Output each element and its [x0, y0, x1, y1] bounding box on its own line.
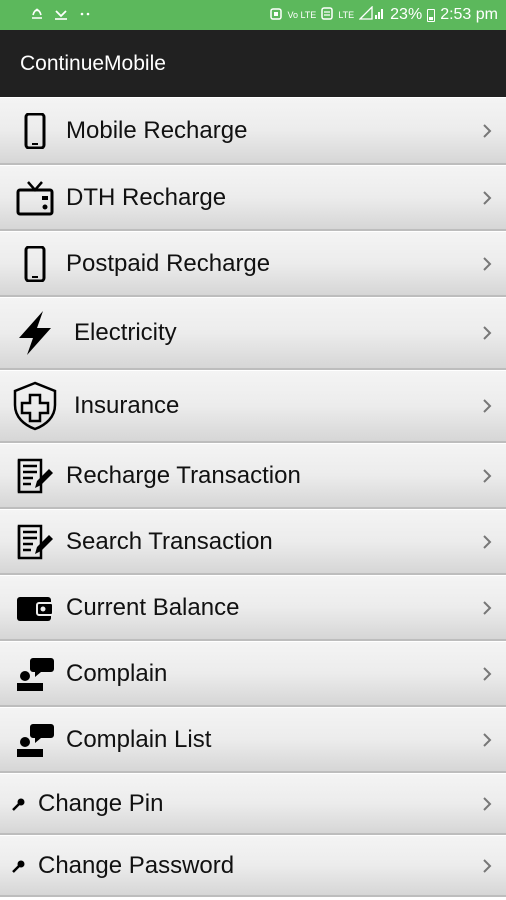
battery-icon [427, 8, 436, 22]
mobile-phone-icon [10, 109, 60, 153]
volte-label: Vo LTE [287, 9, 317, 20]
menu-item-label: Recharge Transaction [66, 461, 301, 489]
shield-plus-icon [10, 381, 60, 431]
mobile-phone-icon [10, 242, 60, 286]
app-title: ContinueMobile [20, 51, 166, 75]
chevron-right-icon [480, 398, 494, 414]
chevron-right-icon [480, 796, 494, 812]
menu-item-search-transaction[interactable]: Search Transaction [0, 509, 506, 575]
menu-item-recharge-transaction[interactable]: Recharge Transaction [0, 443, 506, 509]
status-left-icons [30, 7, 92, 24]
menu-item-label: Current Balance [66, 593, 240, 621]
key-icon [8, 782, 30, 826]
battery-percent: 23% [390, 6, 423, 23]
menu-item-label: Electricity [74, 319, 177, 346]
chevron-right-icon [480, 732, 494, 748]
menu-item-label: Complain [66, 659, 168, 687]
menu-item-complain-list[interactable]: Complain List [0, 707, 506, 773]
tv-icon [10, 176, 60, 220]
menu-item-electricity[interactable]: Electricity [0, 297, 506, 370]
menu-item-label: Change Pin [38, 789, 164, 817]
menu-item-current-balance[interactable]: Current Balance [0, 575, 506, 641]
chevron-right-icon [480, 325, 494, 341]
menu-item-label: Search Transaction [66, 527, 273, 555]
key-icon [8, 844, 30, 888]
chevron-right-icon [480, 123, 494, 139]
menu-item-label: DTH Recharge [66, 183, 227, 211]
lte-label: LTE [338, 9, 355, 20]
chevron-right-icon [480, 468, 494, 484]
chevron-right-icon [480, 858, 494, 874]
menu-item-change-pin[interactable]: Change Pin [0, 773, 506, 835]
wallet-icon [10, 586, 60, 630]
chevron-right-icon [480, 256, 494, 272]
lightning-bolt-icon [10, 311, 60, 355]
chevron-right-icon [480, 190, 494, 206]
status-right-icons: Vo LTE LTE 23% 2:53 pm [270, 5, 498, 24]
menu-list: Mobile Recharge DTH Recharge Postpaid Re… [0, 97, 506, 897]
alarm-icon [270, 7, 283, 24]
missed-call-icon [54, 7, 68, 24]
status-bar: Vo LTE LTE 23% 2:53 pm [0, 0, 506, 30]
chevron-right-icon [480, 600, 494, 616]
more-icon [78, 7, 92, 24]
chevron-right-icon [480, 534, 494, 550]
menu-item-label: Mobile Recharge [66, 116, 248, 144]
notification-icon [30, 7, 44, 24]
menu-item-label: Change Password [38, 851, 235, 879]
status-time: 2:53 pm [440, 6, 498, 23]
menu-item-postpaid-recharge[interactable]: Postpaid Recharge [0, 231, 506, 297]
complain-chat-icon [10, 652, 60, 696]
app-bar: ContinueMobile [0, 30, 506, 97]
data-saver-icon [321, 6, 334, 24]
transaction-list-icon [10, 454, 60, 498]
menu-item-change-password[interactable]: Change Password [0, 835, 506, 897]
menu-item-mobile-recharge[interactable]: Mobile Recharge [0, 97, 506, 165]
transaction-list-icon [10, 520, 60, 564]
signal-icon [358, 5, 385, 24]
menu-item-complain[interactable]: Complain [0, 641, 506, 707]
menu-item-label: Complain List [66, 725, 212, 753]
menu-item-insurance[interactable]: Insurance [0, 370, 506, 443]
menu-item-label: Postpaid Recharge [66, 249, 271, 277]
complain-chat-icon [10, 718, 60, 762]
menu-item-dth-recharge[interactable]: DTH Recharge [0, 165, 506, 231]
chevron-right-icon [480, 666, 494, 682]
menu-item-label: Insurance [74, 392, 180, 419]
